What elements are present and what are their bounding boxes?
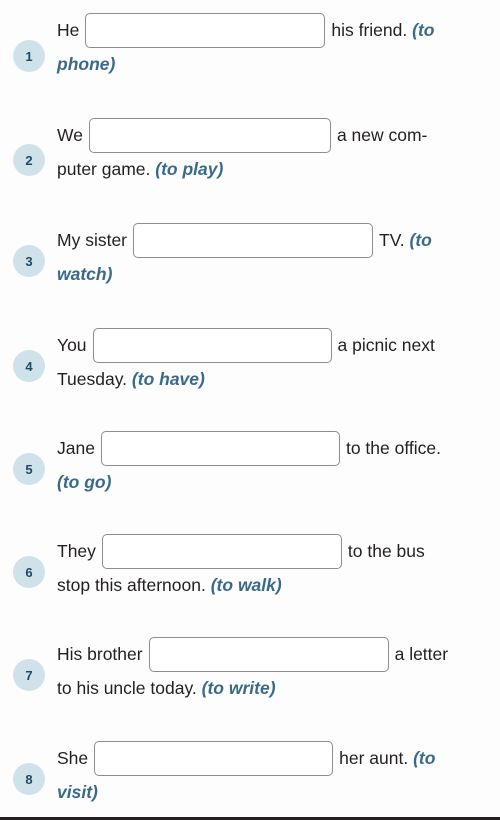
sentence-line-1: They to the bus — [57, 534, 497, 570]
verb-hint-part-2: phone) — [57, 54, 116, 74]
sentence-line-1: His brother a letter — [57, 637, 497, 673]
sentence-line-1: Jane to the office. — [57, 431, 497, 467]
sentence-line-1: You a picnic next — [57, 328, 497, 364]
sentence-line-2: stop this afternoon. (to walk) — [57, 570, 497, 601]
item-number-badge: 8 — [13, 763, 45, 795]
verb-hint-part-2: visit) — [57, 782, 98, 802]
sentence-text-after-blank: to the bus — [347, 541, 425, 562]
sentence-text-continuation: Tuesday. — [57, 369, 128, 389]
verb-hint-part-2: (to go) — [57, 472, 112, 492]
worksheet-page: 1 He his friend. (to phone) 2 We a new com-put… — [0, 0, 500, 820]
sentence-text-before-blank: We — [57, 125, 83, 146]
answer-blank-input[interactable] — [148, 637, 389, 672]
sentence-body: They to the bus stop this afternoon. (to w… — [57, 534, 497, 601]
sentence-line-2: (to go) — [57, 467, 497, 498]
sentence-text-before-blank: You — [57, 335, 87, 356]
sentence-text-before-blank: He — [57, 20, 80, 41]
sentence-text-before-blank: Jane — [57, 438, 95, 459]
item-number-badge: 3 — [13, 245, 45, 277]
verb-hint-part-2: (to play) — [155, 159, 224, 179]
sentence-body: Jane to the office. (to go) — [57, 431, 497, 498]
answer-blank-input[interactable] — [92, 328, 332, 363]
verb-hint-part-2: (to walk) — [210, 575, 282, 595]
answer-blank-input[interactable] — [88, 118, 331, 153]
item-number-badge: 7 — [13, 659, 45, 691]
answer-blank-input[interactable] — [101, 534, 342, 569]
answer-blank-input[interactable] — [94, 741, 334, 776]
sentence-line-1: My sister TV. (to — [57, 223, 497, 259]
sentence-text-after-blank: a picnic next — [337, 335, 435, 356]
sentence-text-after-blank: her aunt. — [339, 748, 409, 769]
answer-blank-input[interactable] — [133, 223, 373, 258]
sentence-text-before-blank: My sister — [57, 230, 127, 251]
verb-hint-part-2: (to have) — [131, 369, 205, 389]
sentence-line-1: She her aunt. (to — [57, 741, 497, 777]
sentence-line-2: puter game. (to play) — [57, 154, 497, 185]
sentence-text-after-blank: his friend. — [331, 20, 408, 41]
sentence-line-1: He his friend. (to — [57, 13, 497, 49]
sentence-line-1: We a new com- — [57, 118, 497, 154]
sentence-text-before-blank: They — [57, 541, 96, 562]
sentence-line-2: visit) — [57, 777, 497, 808]
sentence-body: My sister TV. (to watch) — [57, 223, 497, 290]
answer-blank-input[interactable] — [100, 431, 340, 466]
sentence-text-before-blank: His brother — [57, 644, 143, 665]
sentence-text-after-blank: a new com- — [336, 125, 428, 146]
sentence-text-continuation: puter game. — [57, 159, 151, 179]
item-number-badge: 2 — [13, 144, 45, 176]
verb-hint-part-2: (to write) — [201, 678, 276, 698]
sentence-text-continuation: stop this afternoon. — [57, 575, 206, 595]
sentence-body: She her aunt. (to visit) — [57, 741, 497, 808]
sentence-line-2: to his uncle today. (to write) — [57, 673, 497, 704]
sentence-line-2: phone) — [57, 49, 497, 80]
sentence-text-continuation: to his uncle today. — [57, 678, 197, 698]
verb-hint-part-1: (to — [409, 230, 432, 251]
sentence-line-2: Tuesday. (to have) — [57, 364, 497, 395]
sentence-text-after-blank: a letter — [394, 644, 449, 665]
sentence-line-2: watch) — [57, 259, 497, 290]
sentence-text-after-blank: to the office. — [345, 438, 441, 459]
verb-hint-part-1: (to — [413, 748, 436, 769]
sentence-body: We a new com-puter game. (to play) — [57, 118, 497, 185]
answer-blank-input[interactable] — [85, 13, 326, 48]
verb-hint-part-1: (to — [412, 20, 435, 41]
sentence-body: His brother a letter to his uncle today. (… — [57, 637, 497, 704]
sentence-text-after-blank: TV. — [379, 230, 405, 251]
item-number-badge: 4 — [13, 350, 45, 382]
item-number-badge: 5 — [13, 453, 45, 485]
sentence-text-before-blank: She — [57, 748, 89, 769]
sentence-body: You a picnic next Tuesday. (to have) — [57, 328, 497, 395]
verb-hint-part-2: watch) — [57, 264, 113, 284]
sentence-body: He his friend. (to phone) — [57, 13, 497, 80]
item-number-badge: 1 — [13, 40, 45, 72]
item-number-badge: 6 — [13, 556, 45, 588]
